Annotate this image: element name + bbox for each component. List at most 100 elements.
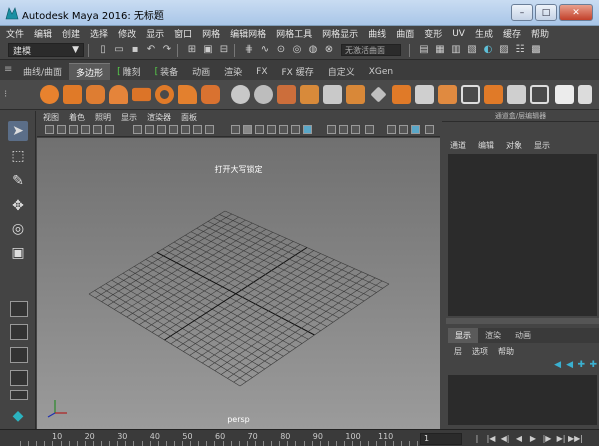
uv-editor-icon[interactable] [484, 85, 503, 104]
resolution-gate-icon[interactable] [157, 125, 166, 134]
menu-mesh[interactable]: 网格 [202, 27, 220, 40]
shelf-options-icon[interactable]: ⁝ [4, 89, 12, 101]
isolate-select-icon[interactable] [365, 125, 374, 134]
step-forward-key-icon[interactable]: |▶ [540, 433, 554, 445]
panel-menu-show[interactable]: 显示 [121, 112, 137, 123]
new-layer-icon[interactable]: ✚ [577, 360, 585, 370]
render-history-icon[interactable]: ▤ [418, 44, 430, 56]
step-forward-frame-icon[interactable]: ▶| [554, 433, 568, 445]
menu-deform[interactable]: 变形 [424, 27, 442, 40]
menu-edit[interactable]: 编辑 [34, 27, 52, 40]
menu-mesh-tools[interactable]: 网格工具 [276, 27, 312, 40]
poly-plane-icon[interactable] [132, 87, 151, 102]
multisample-icon[interactable] [339, 125, 348, 134]
poly-pipe-icon[interactable] [201, 85, 220, 104]
fill-hole-icon[interactable] [461, 85, 480, 104]
render-view-icon[interactable]: ▨ [498, 44, 510, 56]
menu-curves[interactable]: 曲线 [368, 27, 386, 40]
step-back-key-icon[interactable]: ◀| [498, 433, 512, 445]
tab-animation[interactable]: 动画 [185, 63, 217, 80]
grease-pencil-icon[interactable] [105, 125, 114, 134]
scale-tool-icon[interactable]: ▣ [8, 243, 28, 263]
menu-windows[interactable]: 窗口 [174, 27, 192, 40]
textured-icon[interactable] [267, 125, 276, 134]
bevel-icon[interactable] [392, 85, 411, 104]
tab-rendering[interactable]: 渲染 [217, 63, 249, 80]
tab-polygons[interactable]: 多边形 [69, 63, 111, 80]
single-perspective-layout-icon[interactable] [10, 301, 28, 317]
move-layer-up-icon[interactable]: ◀ [554, 360, 561, 370]
menu-surfaces[interactable]: 曲面 [396, 27, 414, 40]
panel-options-icon[interactable] [425, 125, 434, 134]
safe-action-icon[interactable] [193, 125, 202, 134]
layer-menu-help[interactable]: 帮助 [498, 346, 514, 357]
menu-uv[interactable]: UV [452, 29, 465, 39]
select-tool-icon[interactable]: ➤ [8, 121, 28, 141]
menu-mesh-display[interactable]: 网格显示 [322, 27, 358, 40]
poly-cube-icon[interactable] [63, 85, 82, 104]
poly-prism-icon[interactable] [178, 85, 197, 104]
save-scene-icon[interactable]: ▪ [129, 44, 141, 56]
move-layer-down-icon[interactable]: ◀ [566, 360, 573, 370]
motion-blur-icon[interactable] [327, 125, 336, 134]
tab-fx[interactable]: FX [249, 63, 274, 80]
attribute-editor-icon[interactable]: ▩ [530, 44, 542, 56]
snap-point-icon[interactable]: ⊙ [275, 44, 287, 56]
select-object-icon[interactable]: ▣ [202, 44, 214, 56]
go-to-start-icon[interactable]: |◀◀ [470, 433, 484, 445]
depth-of-field-icon[interactable] [351, 125, 360, 134]
maximize-button[interactable]: □ [535, 4, 557, 21]
perspective-viewport[interactable]: 打开大写锁定 persp [37, 138, 440, 429]
smooth-icon[interactable] [300, 85, 319, 104]
current-frame-field[interactable]: 1 [420, 433, 462, 445]
panel-menu-lighting[interactable]: 照明 [95, 112, 111, 123]
panel-menu-panels[interactable]: 面板 [181, 112, 197, 123]
tab-anim-layers[interactable]: 动画 [508, 328, 538, 343]
new-layer-selected-icon[interactable]: ✚ [589, 360, 597, 370]
twod-pan-icon[interactable] [93, 125, 102, 134]
viewport-canvas[interactable] [37, 138, 440, 429]
select-hierarchy-icon[interactable]: ⊞ [186, 44, 198, 56]
camera-attributes-icon[interactable] [57, 125, 66, 134]
poly-torus-icon[interactable] [155, 85, 174, 104]
go-to-end-icon[interactable]: ▶▶| [568, 433, 583, 445]
safe-title-icon[interactable] [205, 125, 214, 134]
poly-sphere-icon[interactable] [40, 85, 59, 104]
layout-toggle-icon[interactable]: ☷ [514, 44, 526, 56]
tab-custom[interactable]: 自定义 [321, 63, 362, 80]
menu-edit-mesh[interactable]: 编辑网格 [230, 27, 266, 40]
xray-icon[interactable] [387, 125, 396, 134]
separate-icon[interactable] [254, 85, 273, 104]
snap-grid-icon[interactable]: ⋕ [243, 44, 255, 56]
shelf-menu-icon[interactable]: ≡ [4, 64, 14, 76]
panel-menu-renderer[interactable]: 渲染器 [147, 112, 171, 123]
menu-generate[interactable]: 生成 [475, 27, 493, 40]
menu-help[interactable]: 帮助 [531, 27, 549, 40]
tab-sculpting[interactable]: [雕刻 [110, 63, 148, 80]
tab-curves-surfaces[interactable]: 曲线/曲面 [16, 63, 69, 80]
snap-view-icon[interactable]: ◎ [291, 44, 303, 56]
rotate-tool-icon[interactable]: ◎ [8, 219, 28, 239]
backface-culling-icon[interactable] [411, 125, 420, 134]
menu-cache[interactable]: 缓存 [503, 27, 521, 40]
bookmarks-icon[interactable] [69, 125, 78, 134]
minimize-button[interactable]: – [511, 4, 533, 21]
hypershade-icon[interactable]: ◐ [482, 44, 494, 56]
tab-fx-caching[interactable]: FX 缓存 [275, 63, 321, 80]
wireframe-icon[interactable] [231, 125, 240, 134]
ipr-render-icon[interactable]: ▥ [450, 44, 462, 56]
film-gate-icon[interactable] [145, 125, 154, 134]
select-component-icon[interactable]: ⊟ [218, 44, 230, 56]
snap-curve-icon[interactable]: ∿ [259, 44, 271, 56]
auto-map-icon[interactable] [530, 85, 549, 104]
bridge-icon[interactable] [346, 85, 365, 104]
layout-uv-icon[interactable] [578, 85, 592, 104]
layer-list[interactable] [448, 375, 597, 425]
multi-cut-icon[interactable] [370, 86, 387, 103]
poly-cone-icon[interactable] [109, 85, 128, 104]
unfold-icon[interactable] [555, 85, 574, 104]
cb-menu-channels[interactable]: 通道 [450, 140, 466, 151]
poly-cylinder-icon[interactable] [86, 85, 105, 104]
open-scene-icon[interactable]: ▭ [113, 44, 125, 56]
paint-select-tool-icon[interactable]: ✎ [8, 171, 28, 191]
